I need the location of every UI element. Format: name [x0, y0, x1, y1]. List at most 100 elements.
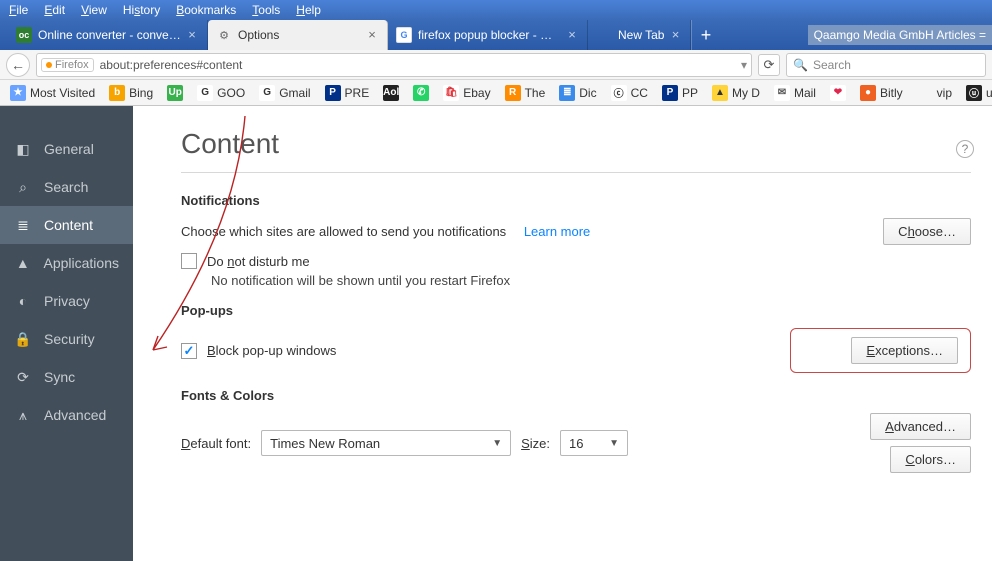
sidebar-item-advanced[interactable]: ⩚ Advanced — [0, 396, 133, 434]
bookmark-label: CC — [631, 86, 648, 100]
learn-more-link[interactable]: Learn more — [524, 224, 590, 239]
bookmark-label: Gmail — [279, 86, 310, 100]
bookmark-icon: P — [662, 85, 678, 101]
reload-button[interactable]: ⟳ — [758, 54, 780, 76]
divider — [181, 172, 971, 173]
url-bar[interactable]: Firefox about:preferences#content ▾ — [36, 53, 752, 77]
identity-box[interactable]: Firefox — [41, 58, 94, 72]
block-popups-label[interactable]: Block pop-up windows — [207, 343, 336, 358]
close-icon[interactable]: × — [668, 28, 682, 42]
bookmark-label: Ebay — [463, 86, 490, 100]
bookmark-icon: Up — [167, 85, 183, 101]
search-box[interactable]: 🔍 Search — [786, 53, 986, 77]
bookmark-item[interactable]: P PRE — [319, 83, 376, 103]
bookmark-label: uni — [986, 86, 992, 100]
exceptions-button[interactable]: Exceptions… — [851, 337, 958, 364]
bookmark-icon: G — [197, 85, 213, 101]
bookmark-item[interactable]: 🛍Ebay — [437, 83, 496, 103]
bookmark-icon: ● — [860, 85, 876, 101]
sidebar-item-content[interactable]: ≣Content — [0, 206, 133, 244]
notifications-desc: Choose which sites are allowed to send y… — [181, 224, 506, 239]
bookmark-item[interactable]: ✉Mail — [768, 83, 822, 103]
bookmark-item[interactable]: GGOO — [191, 83, 251, 103]
close-icon[interactable]: × — [185, 28, 199, 42]
dropdown-icon[interactable]: ▾ — [741, 58, 747, 72]
bookmark-label: Most Visited — [30, 86, 95, 100]
dnd-checkbox[interactable] — [181, 253, 197, 269]
back-button[interactable]: ← — [6, 53, 30, 77]
advanced-fonts-button[interactable]: Advanced… — [870, 413, 971, 440]
bookmark-item[interactable]: vip — [911, 83, 958, 103]
bookmark-icon: P — [325, 85, 341, 101]
bookmark-item[interactable]: bBing — [103, 83, 159, 103]
dnd-label[interactable]: Do not disturb me — [207, 254, 310, 269]
search-placeholder: Search — [813, 58, 851, 72]
new-tab-button[interactable]: + — [691, 20, 719, 50]
size-label: Size: — [521, 436, 550, 451]
bookmark-label: PRE — [345, 86, 370, 100]
section-popups: Pop-ups Block pop-up windows Exceptions… — [181, 303, 971, 373]
sidebar-item-label: Advanced — [44, 407, 106, 423]
block-popups-checkbox[interactable] — [181, 343, 197, 359]
tab-new-tab[interactable]: New Tab × — [588, 20, 691, 50]
bookmark-item[interactable]: ● Bitly — [854, 83, 909, 103]
sidebar-item-general[interactable]: ◧General — [0, 130, 133, 168]
url-text: about:preferences#content — [100, 58, 735, 72]
menu-bookmarks[interactable]: Bookmarks — [170, 2, 246, 18]
help-icon[interactable]: ? — [956, 140, 974, 158]
close-icon[interactable]: × — [365, 28, 379, 42]
tab-google-search[interactable]: G firefox popup blocker - Goo… × — [388, 20, 588, 50]
bookmark-item[interactable]: Aol — [377, 83, 405, 103]
bookmark-icon: ⓒ — [611, 85, 627, 101]
bookmark-item[interactable]: PPP — [656, 83, 704, 103]
choose-button[interactable]: Choose… — [883, 218, 971, 245]
menu-history[interactable]: History — [117, 2, 170, 18]
bookmark-label: Bing — [129, 86, 153, 100]
sidebar-item-label: Search — [44, 179, 88, 195]
bookmark-item[interactable]: ≣ Dic — [553, 83, 602, 103]
sidebar-item-security[interactable]: 🔒Security — [0, 320, 133, 358]
bookmark-item[interactable]: ★Most Visited — [4, 83, 101, 103]
bookmark-label: The — [525, 86, 546, 100]
bookmark-item[interactable]: RThe — [499, 83, 552, 103]
sidebar-item-label: Security — [44, 331, 95, 347]
bookmark-label: Dic — [579, 86, 596, 100]
close-icon[interactable]: × — [565, 28, 579, 42]
menu-tools[interactable]: Tools — [246, 2, 290, 18]
sidebar-item-search[interactable]: ⌕Search — [0, 168, 133, 206]
bookmark-label: PP — [682, 86, 698, 100]
default-font-select[interactable]: Times New Roman▼ — [261, 430, 511, 456]
bookmark-item[interactable]: GGmail — [253, 83, 316, 103]
sidebar-item-applications[interactable]: ▲Applications — [0, 244, 133, 282]
bookmark-label: Bitly — [880, 86, 903, 100]
menu-file[interactable]: File — [3, 2, 38, 18]
extension-badge[interactable]: Qaamgo Media GmbH Articles = — [808, 25, 992, 45]
bookmark-item[interactable]: ⓒ CC — [605, 83, 654, 103]
sidebar-item-sync[interactable]: ⟳Sync — [0, 358, 133, 396]
bookmark-label: Mail — [794, 86, 816, 100]
bookmark-item[interactable]: ⓤuni — [960, 83, 992, 103]
menu-view[interactable]: View — [75, 2, 117, 18]
bookmark-icon: ≣ — [559, 85, 575, 101]
tab-options[interactable]: ⚙ Options × — [208, 20, 388, 50]
bookmark-icon: ✆ — [413, 85, 429, 101]
general-icon: ◧ — [14, 140, 32, 158]
advanced-icon: ⩚ — [14, 406, 32, 424]
bookmark-item[interactable]: ▲My D — [706, 83, 766, 103]
bookmark-item[interactable]: ✆ — [407, 83, 435, 103]
bookmark-item[interactable]: Up — [161, 83, 189, 103]
sidebar-item-label: Content — [44, 217, 93, 233]
font-size-select[interactable]: 16▼ — [560, 430, 628, 456]
colors-button[interactable]: Colors… — [890, 446, 971, 473]
sidebar-item-privacy[interactable]: ◐Privacy — [0, 282, 133, 320]
tab-strip: oc Online converter - convert … × ⚙ Opti… — [0, 20, 992, 50]
menu-bar: File Edit View History Bookmarks Tools H… — [0, 0, 992, 20]
nav-bar: ← Firefox about:preferences#content ▾ ⟳ … — [0, 50, 992, 80]
menu-edit[interactable]: Edit — [38, 2, 75, 18]
tab-online-converter[interactable]: oc Online converter - convert … × — [8, 20, 208, 50]
menu-help[interactable]: Help — [290, 2, 331, 18]
sidebar-item-label: Privacy — [44, 293, 90, 309]
preferences-main: ? Content Notifications Choose which sit… — [133, 106, 992, 561]
sidebar-item-label: Applications — [44, 255, 120, 271]
bookmark-item[interactable]: ❤ — [824, 83, 852, 103]
